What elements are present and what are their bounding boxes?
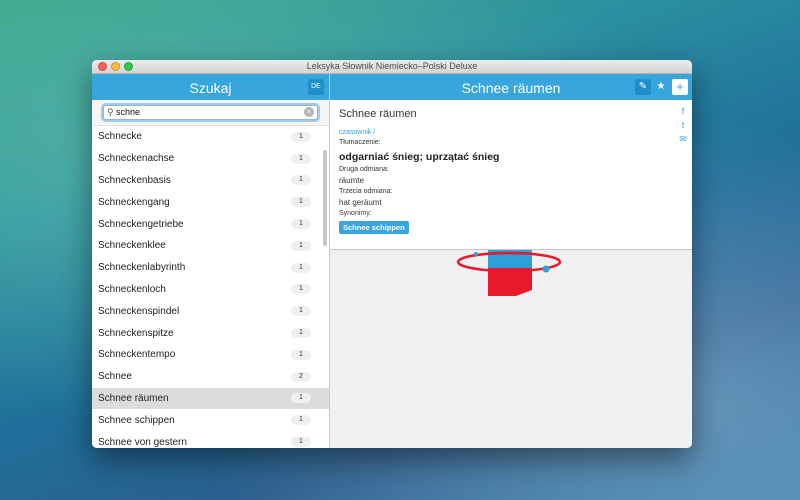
list-item-word: Schneckenklee <box>98 240 166 252</box>
list-item-count: 1 <box>291 240 311 251</box>
title-bar: Leksyka Słownik Niemiecko–Polski Deluxe <box>92 60 692 74</box>
list-item[interactable]: Schnee von gestern 1 <box>92 431 329 448</box>
app-window: Leksyka Słownik Niemiecko–Polski Deluxe … <box>92 60 692 448</box>
list-item-word: Schneckenspindel <box>98 305 180 317</box>
list-item-word: Schnee von gestern <box>98 436 187 448</box>
blue-dot <box>474 252 478 256</box>
list-item-word: Schnee räumen <box>98 392 169 404</box>
list-item-count: 2 <box>291 371 311 382</box>
synonyms-label: Synonimy: <box>339 210 372 217</box>
list-item-word: Schneckenlabyrinth <box>98 262 186 274</box>
second-form-value: räumte <box>339 176 364 185</box>
search-pane: Szukaj DE ⚲ schne × Schnecke 1 Schneckena… <box>92 74 330 448</box>
list-item-count: 1 <box>291 349 311 360</box>
list-item-word: Schnecke <box>98 131 142 143</box>
blue-dot <box>542 265 550 273</box>
entry-pane: Schnee räumen ✎ ★ + Schnee räumen czasow… <box>330 74 692 448</box>
list-item[interactable]: Schneckengetriebe 1 <box>92 213 329 235</box>
search-input-value[interactable]: schne <box>116 107 140 117</box>
clear-search-icon[interactable]: × <box>304 107 314 117</box>
second-form-label: Druga odmiana: <box>339 166 389 173</box>
list-item-word: Schneckentempo <box>98 349 176 361</box>
search-header: Szukaj DE <box>92 74 329 100</box>
entry-details: Schnee räumen czasownik / Tłumaczenie: o… <box>330 100 692 250</box>
entry-headword: Schnee räumen <box>339 108 417 120</box>
list-item[interactable]: Schneckenspindel 1 <box>92 300 329 322</box>
illustration-area <box>330 250 692 448</box>
list-item-count: 1 <box>291 197 311 208</box>
list-item-count: 1 <box>291 284 311 295</box>
list-item-word: Schneckengang <box>98 196 170 208</box>
edit-button[interactable]: ✎ <box>635 79 651 95</box>
list-item-selected[interactable]: Schnee räumen 1 <box>92 387 329 410</box>
share-icons: f t ✉ <box>678 106 688 144</box>
list-item-word: Schnee schippen <box>98 414 175 426</box>
list-item-count: 1 <box>291 393 311 404</box>
list-item-count: 1 <box>291 306 311 317</box>
entry-header: Schnee räumen ✎ ★ + <box>330 74 692 100</box>
language-toggle-button[interactable]: DE <box>308 79 324 95</box>
list-item-word: Schnee <box>98 371 132 383</box>
list-scrollbar[interactable] <box>323 150 327 246</box>
list-item-count: 1 <box>291 175 311 186</box>
search-input[interactable]: ⚲ schne × <box>103 105 318 120</box>
search-icon: ⚲ <box>107 107 114 117</box>
third-form-label: Trzecia odmiana: <box>339 188 393 195</box>
list-item-count: 1 <box>291 328 311 339</box>
window-title: Leksyka Słownik Niemiecko–Polski Deluxe <box>306 61 478 71</box>
list-item[interactable]: Schnee schippen 1 <box>92 409 329 431</box>
list-item-count: 1 <box>291 437 311 448</box>
list-item[interactable]: Schneckenbasis 1 <box>92 170 329 192</box>
translation-text: odgarniać śnieg; uprzątać śnieg <box>339 151 500 163</box>
part-of-speech-link[interactable]: czasownik / <box>339 129 683 136</box>
translation-label: Tłumaczenie: <box>339 139 381 146</box>
list-item-word: Schneckengetriebe <box>98 218 184 230</box>
list-item[interactable]: Schneckentempo 1 <box>92 344 329 366</box>
favorite-star-button[interactable]: ★ <box>653 79 669 95</box>
word-list: Schnecke 1 Schneckenachse 1 Schneckenbasis… <box>92 126 329 448</box>
list-item[interactable]: Schnecke 1 <box>92 126 329 148</box>
list-item-count: 1 <box>291 262 311 273</box>
list-item-word: Schneckenspitze <box>98 327 174 339</box>
list-item-count: 1 <box>291 415 311 426</box>
synonym-button[interactable]: Schnee schippen <box>339 221 409 234</box>
list-item-count: 1 <box>291 153 311 164</box>
list-item-word: Schneckenloch <box>98 283 166 295</box>
list-item[interactable]: Schneckenlabyrinth 1 <box>92 257 329 279</box>
list-item-word: Schneckenbasis <box>98 174 171 186</box>
list-item[interactable]: Schnee 2 <box>92 366 329 388</box>
list-item-word: Schneckenachse <box>98 153 175 165</box>
mail-icon[interactable]: ✉ <box>678 134 688 144</box>
list-item-count: 1 <box>291 131 311 142</box>
add-button[interactable]: + <box>672 79 688 95</box>
twitter-icon[interactable]: t <box>678 120 688 130</box>
list-item[interactable]: Schneckenspitze 1 <box>92 322 329 344</box>
search-bar: ⚲ schne × <box>92 100 329 126</box>
search-header-title: Szukaj <box>189 80 232 96</box>
list-item[interactable]: Schneckenloch 1 <box>92 279 329 301</box>
list-item[interactable]: Schneckenklee 1 <box>92 235 329 257</box>
list-item-count: 1 <box>291 219 311 230</box>
list-item[interactable]: Schneckengang 1 <box>92 191 329 213</box>
facebook-icon[interactable]: f <box>678 106 688 116</box>
third-form-value: hat geräumt <box>339 198 382 207</box>
illustration-graphic <box>456 250 562 296</box>
list-item[interactable]: Schneckenachse 1 <box>92 148 329 170</box>
